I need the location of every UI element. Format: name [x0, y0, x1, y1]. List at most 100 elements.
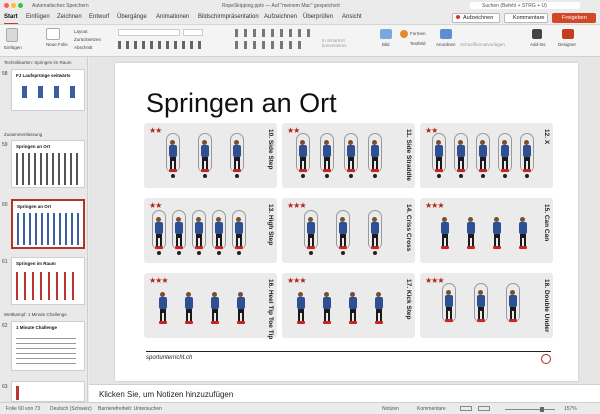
- jumper-figure: [230, 133, 244, 179]
- slide-thumbnail-58[interactable]: FJ Laufsprünge seitwärts: [11, 69, 85, 111]
- jumper-figure: [498, 133, 512, 179]
- tab-start[interactable]: Start: [4, 14, 18, 24]
- section-header-zusammenfassung[interactable]: Zusammenfassung: [4, 132, 42, 137]
- zoom-slider[interactable]: [505, 409, 555, 410]
- jumper-figure: [152, 210, 166, 256]
- accessibility-checker[interactable]: Barrierefreiheit: Untersuchen: [98, 406, 162, 412]
- addins-label: Add-Ins: [530, 42, 546, 47]
- notes-placeholder[interactable]: Klicken Sie, um Notizen hinzuzufügen: [99, 390, 233, 399]
- tab-animations[interactable]: Animationen: [156, 14, 189, 20]
- exercise-card-side-straddle[interactable]: ★★ 11. Side Straddle: [282, 123, 415, 188]
- jumper-figure: [232, 210, 246, 256]
- paste-label: Einfügen: [4, 45, 22, 50]
- exercise-card-can-can[interactable]: ★★★ 15. Can Can: [420, 198, 553, 263]
- difficulty-stars: ★★★: [425, 201, 444, 210]
- exercise-label: 15. Can Can: [543, 204, 550, 242]
- tab-review[interactable]: Überprüfen: [303, 14, 333, 20]
- autosave-label[interactable]: Automatisches Speichern: [32, 3, 89, 9]
- minimize-window-icon[interactable]: [11, 3, 16, 8]
- slide-editing-area[interactable]: Springen an Ort ★★ 10. Side Step ★★ 11. …: [89, 57, 600, 384]
- textbox-label[interactable]: Textfeld: [410, 41, 426, 46]
- jumper-figure: [294, 285, 308, 331]
- slide-sorter-icon[interactable]: [478, 406, 490, 411]
- search-input[interactable]: Suchen (Befehl + STRG + U): [482, 3, 547, 9]
- tab-record[interactable]: Aufzeichnen: [264, 14, 297, 20]
- designer-icon[interactable]: [562, 29, 574, 39]
- slide-thumbnail-60-selected[interactable]: Springen an Ort: [11, 199, 85, 249]
- jumper-figure: [320, 133, 334, 179]
- layout-button[interactable]: Layout: [74, 29, 88, 34]
- language-indicator[interactable]: Deutsch (Schweiz): [50, 406, 92, 412]
- paste-icon[interactable]: [6, 28, 18, 42]
- alignment-toolbar[interactable]: [235, 41, 305, 49]
- exercise-card-high-step[interactable]: ★★ 13. High Step: [144, 198, 277, 263]
- paragraph-toolbar[interactable]: [235, 29, 315, 37]
- jumper-figure: [192, 210, 206, 256]
- section-header-technikkarten[interactable]: Technikkarten: Springen im Raum: [4, 60, 72, 65]
- ribbon-tab-bar: Start Einfügen Zeichnen Entwurf Übergäng…: [0, 11, 600, 25]
- slide-thumbnail-61[interactable]: Springen im Raum: [11, 257, 85, 305]
- picture-label: Bild: [382, 42, 390, 47]
- notes-pane[interactable]: Klicken Sie, um Notizen hinzuzufügen: [89, 384, 600, 402]
- font-format-toolbar[interactable]: [118, 41, 203, 49]
- close-window-icon[interactable]: [4, 3, 9, 8]
- slide-number: 63: [2, 384, 8, 390]
- notes-toggle-button[interactable]: Notizen: [382, 406, 399, 412]
- jumper-figure: [172, 210, 186, 256]
- slide-canvas[interactable]: Springen an Ort ★★ 10. Side Step ★★ 11. …: [115, 63, 578, 381]
- exercise-card-kick-step[interactable]: ★★★ 17. Kick Step: [282, 273, 415, 338]
- jumper-figure: [296, 133, 310, 179]
- font-name-dropdown[interactable]: [118, 29, 180, 36]
- exercise-label: 11. Side Straddle: [405, 129, 412, 182]
- zoom-slider-handle[interactable]: [540, 407, 544, 412]
- exercise-card-side-step[interactable]: ★★ 10. Side Step: [144, 123, 277, 188]
- slide-title[interactable]: Springen an Ort: [146, 88, 337, 119]
- tab-draw[interactable]: Zeichnen: [57, 14, 82, 20]
- designer-label: Designer: [558, 42, 577, 47]
- tab-transitions[interactable]: Übergänge: [117, 14, 147, 20]
- new-slide-icon[interactable]: [46, 28, 60, 40]
- comments-toggle-button[interactable]: Kommentare: [417, 406, 446, 412]
- quickstyles-label[interactable]: Schnellformatvorlagen: [460, 42, 505, 47]
- record-button-label: Aufzeichnen: [463, 15, 494, 21]
- addins-icon[interactable]: [532, 29, 542, 39]
- jumper-figure: [520, 133, 534, 179]
- normal-view-icon[interactable]: [460, 406, 472, 411]
- shapes-icon[interactable]: [400, 30, 408, 38]
- title-bar: Automatisches Speichern RopeSkipping.ppt…: [0, 0, 600, 11]
- difficulty-stars: ★★★: [425, 276, 444, 285]
- tab-insert[interactable]: Einfügen: [26, 14, 50, 20]
- exercise-card-x[interactable]: ★★ 12. X: [420, 123, 553, 188]
- reset-button[interactable]: Zurücksetzen: [74, 37, 101, 42]
- arrange-icon[interactable]: [440, 29, 452, 39]
- jumper-figure: [464, 210, 478, 256]
- document-title: RopeSkipping.pptx — Auf "meinem Mac" ges…: [222, 3, 340, 9]
- exercise-label: 10. Side Step: [267, 129, 274, 170]
- slide-thumbnail-63[interactable]: [11, 381, 85, 402]
- section-header-wettkampf[interactable]: Wettkampf: 1 Minute Challenge: [4, 312, 67, 317]
- tab-design[interactable]: Entwurf: [89, 14, 109, 20]
- slide-thumbnail-62[interactable]: 1 Minute Challenge: [11, 321, 85, 371]
- tab-slideshow[interactable]: Bildschirmpräsentation: [198, 14, 259, 20]
- maximize-window-icon[interactable]: [18, 3, 23, 8]
- ribbon: Einfügen Neue Folie Layout Zurücksetzen …: [0, 25, 600, 57]
- tab-view[interactable]: Ansicht: [342, 14, 362, 20]
- sportunterricht-logo-icon: [541, 354, 551, 364]
- slide-thumbnail-59[interactable]: Springen an Ort: [11, 140, 85, 188]
- section-button[interactable]: Abschnitt: [74, 45, 93, 50]
- exercise-card-heel-tip-toe-tip[interactable]: ★★★ 16. Heel Tip Toe Tip: [144, 273, 277, 339]
- difficulty-stars: ★★: [149, 201, 162, 210]
- jumper-figure: [336, 210, 350, 256]
- jumper-figure: [442, 283, 456, 329]
- zoom-level[interactable]: 157%: [564, 406, 577, 412]
- smartart-button[interactable]: In SmartArt konvertieren: [322, 38, 360, 48]
- slide-number: 61: [2, 259, 8, 265]
- exercise-card-criss-cross[interactable]: ★★★ 14. Criss Cross: [282, 198, 415, 263]
- shapes-label[interactable]: Formen: [410, 31, 426, 36]
- picture-icon[interactable]: [380, 29, 392, 39]
- font-size-dropdown[interactable]: [183, 29, 203, 36]
- jumper-figure: [516, 210, 530, 256]
- record-dot-icon: [456, 15, 460, 19]
- exercise-card-double-under[interactable]: ★★★ 18. Double Under: [420, 273, 553, 338]
- jumper-figure: [156, 285, 170, 331]
